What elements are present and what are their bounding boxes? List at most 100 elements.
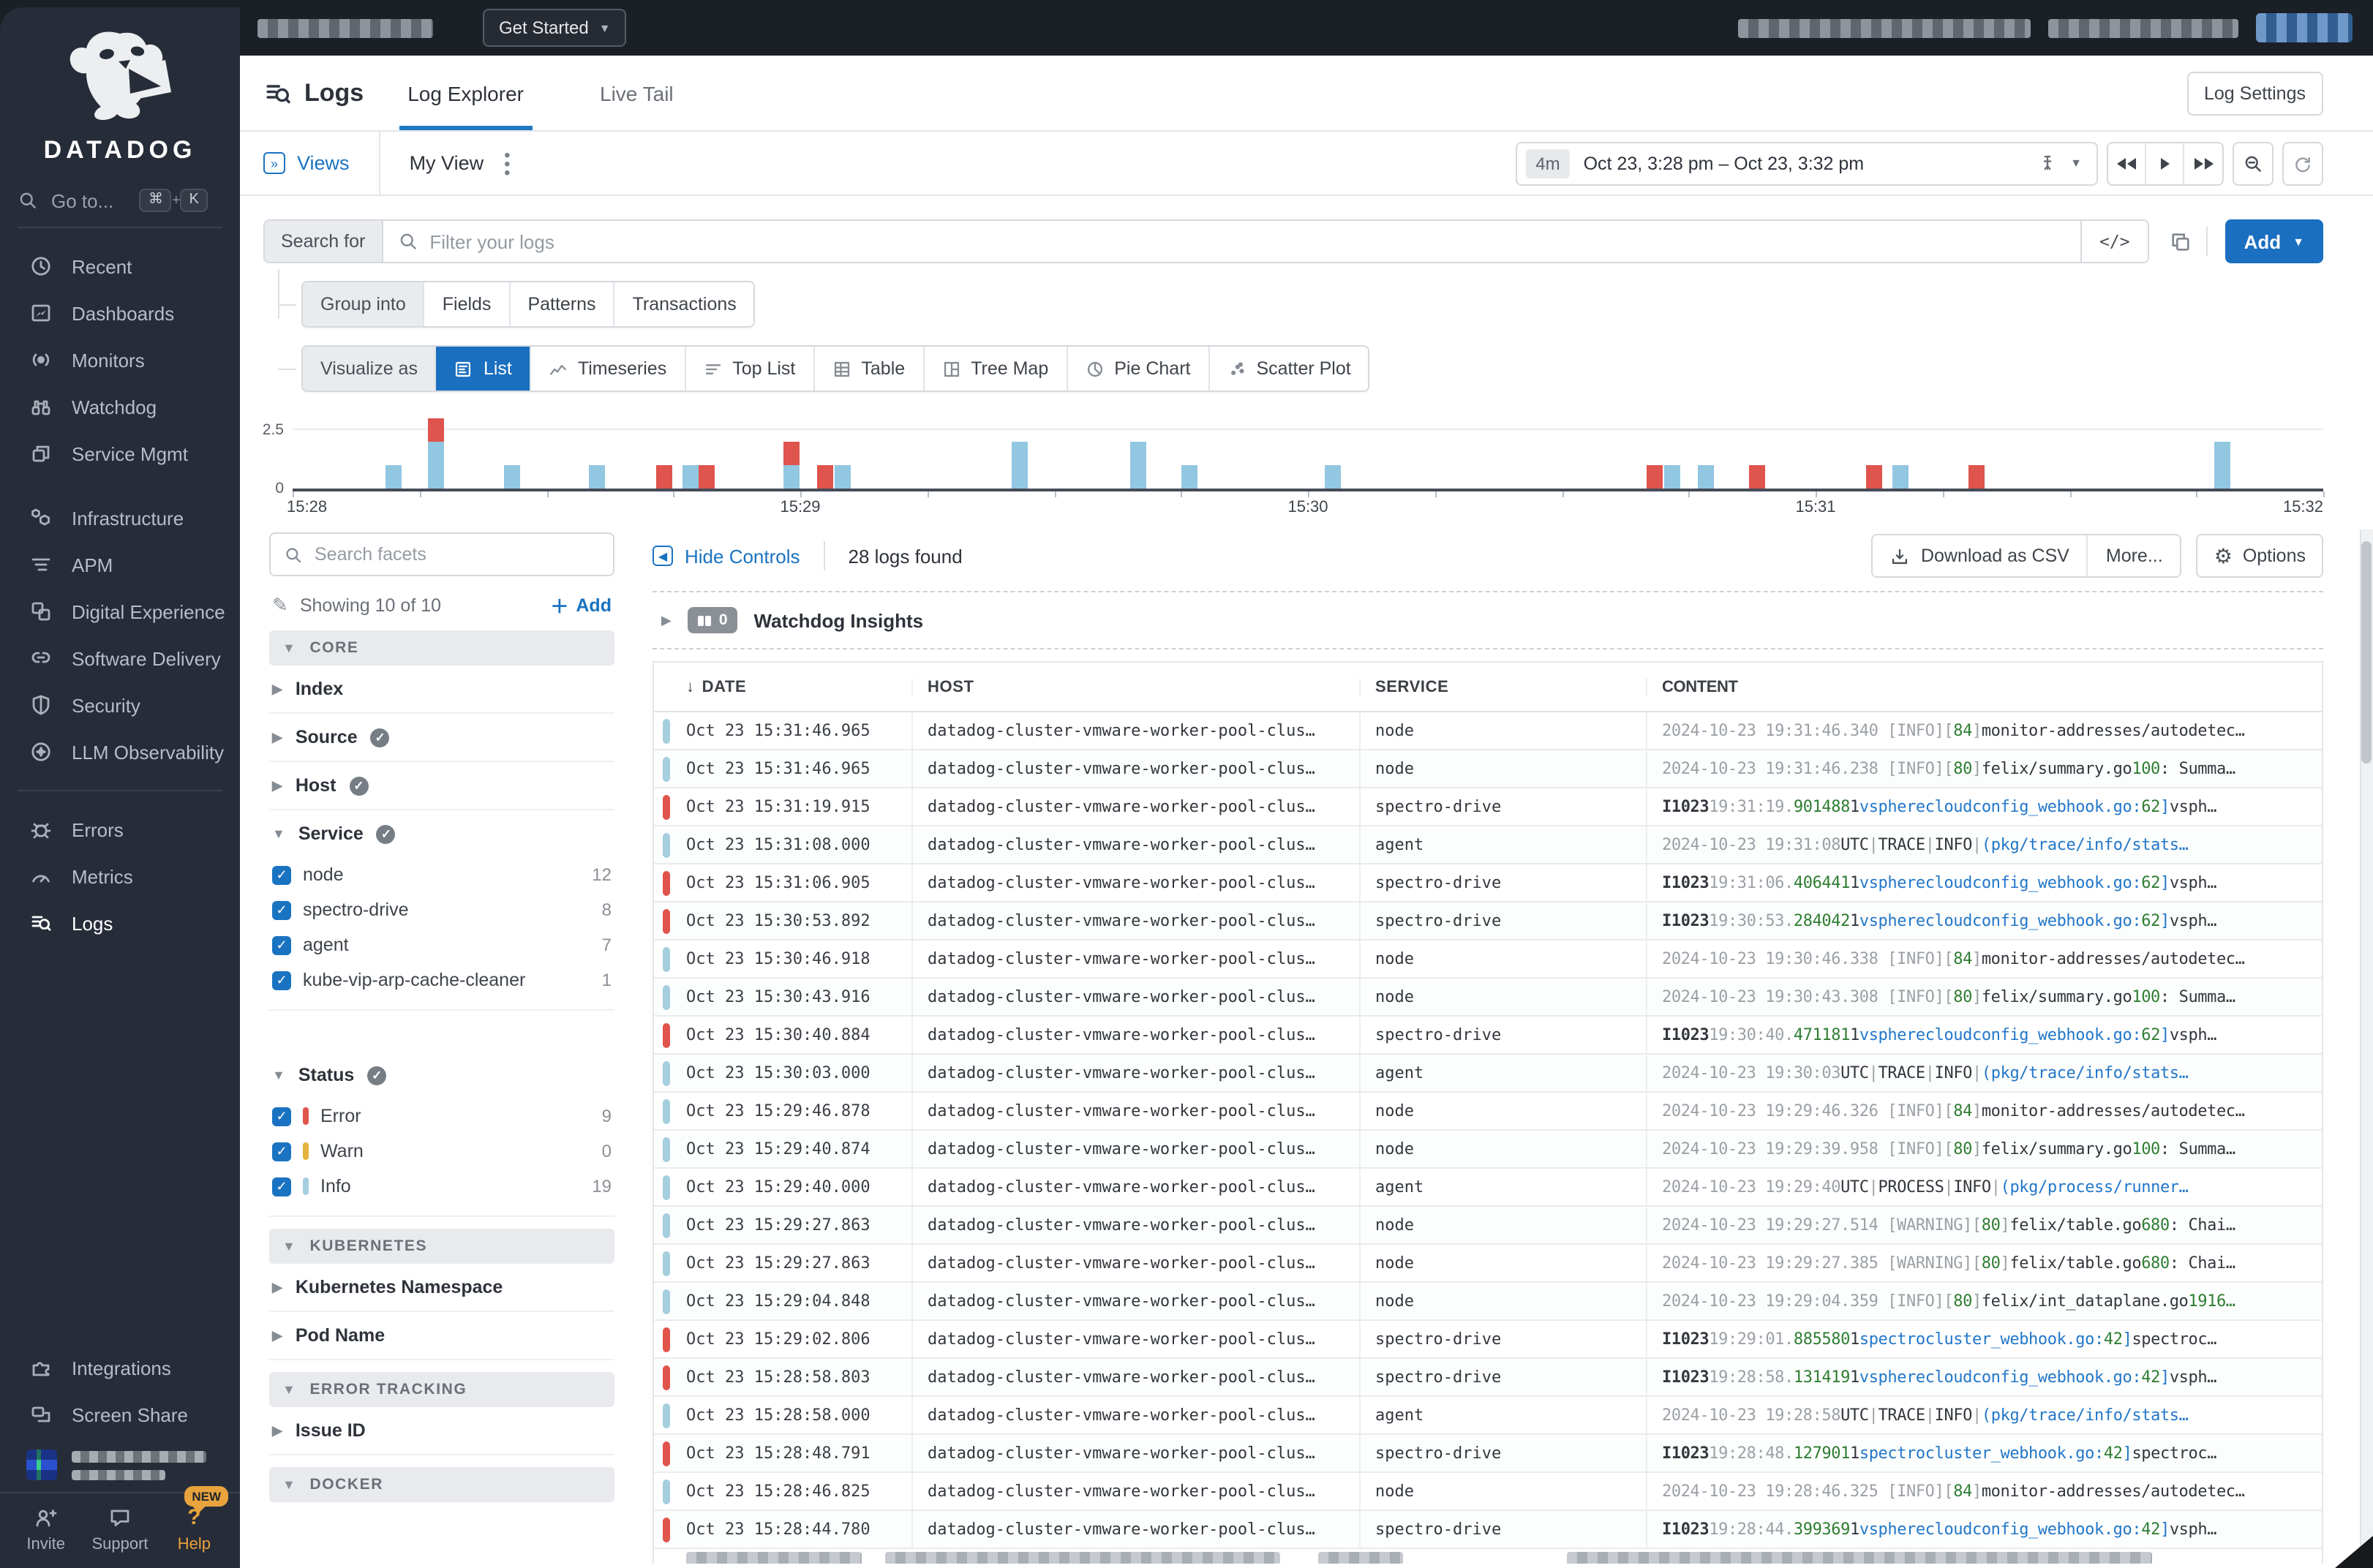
sidebar-item-software-delivery[interactable]: Software Delivery <box>0 635 240 682</box>
sidebar-item-llm-observability[interactable]: LLM Observability <box>0 728 240 775</box>
hide-controls-button[interactable]: ◀ Hide Controls <box>653 545 800 567</box>
log-row[interactable]: Oct 23 15:30:46.918 datadog-cluster-vmwa… <box>654 941 2322 979</box>
chart-bar[interactable] <box>699 465 715 489</box>
facet-value-error[interactable]: Error9 <box>272 1098 612 1134</box>
facet-status[interactable]: ▼ Status <box>269 1052 614 1098</box>
datadog-logo[interactable]: DATADOG <box>0 7 240 171</box>
log-row[interactable]: Oct 23 15:28:48.791 datadog-cluster-vmwa… <box>654 1435 2322 1473</box>
log-row[interactable]: Oct 23 15:29:40.874 datadog-cluster-vmwa… <box>654 1131 2322 1169</box>
group-into-patterns[interactable]: Patterns <box>510 282 615 326</box>
log-row[interactable]: Oct 23 15:29:04.848 datadog-cluster-vmwa… <box>654 1283 2322 1321</box>
watchdog-insights-row[interactable]: ▶ 0 Watchdog Insights <box>653 591 2323 649</box>
facet-service[interactable]: ▼ Service <box>269 810 614 857</box>
facet-checkbox[interactable] <box>272 970 291 990</box>
chart-bar[interactable] <box>589 465 606 489</box>
time-play-button[interactable] <box>2146 143 2184 184</box>
sidebar-item-dashboards[interactable]: Dashboards <box>0 290 240 336</box>
visualize-list[interactable]: List <box>436 347 531 391</box>
chart-bar[interactable] <box>817 465 834 489</box>
log-row[interactable]: Oct 23 15:31:46.965 datadog-cluster-vmwa… <box>654 750 2322 788</box>
log-row[interactable]: Oct 23 15:29:40.000 datadog-cluster-vmwa… <box>654 1169 2322 1207</box>
sidebar-item-errors[interactable]: Errors <box>0 806 240 853</box>
log-row[interactable]: Oct 23 15:31:06.905 datadog-cluster-vmwa… <box>654 864 2322 902</box>
facet-group-docker[interactable]: ▼ DOCKER <box>269 1467 614 1502</box>
add-button[interactable]: Add ▼ <box>2225 219 2323 263</box>
facet-group-error-tracking[interactable]: ▼ ERROR TRACKING <box>269 1372 614 1407</box>
facet-value-info[interactable]: Info19 <box>272 1169 612 1204</box>
sidebar-item-digital-experience[interactable]: Digital Experience <box>0 588 240 635</box>
facet-group-kubernetes[interactable]: ▼ KUBERNETES <box>269 1229 614 1264</box>
scrollbar-track[interactable] <box>2360 529 2373 1568</box>
download-csv-button[interactable]: Download as CSV <box>1872 535 2088 576</box>
column-host[interactable]: HOST <box>911 678 1359 696</box>
chart-bar[interactable] <box>1866 465 1883 489</box>
sidebar-item-screen-share[interactable]: Screen Share <box>0 1391 240 1438</box>
views-button[interactable]: » Views <box>263 132 380 195</box>
log-row[interactable]: Oct 23 15:29:46.878 datadog-cluster-vmwa… <box>654 1093 2322 1131</box>
visualize-timeseries[interactable]: Timeseries <box>530 347 686 391</box>
copy-icon[interactable] <box>2170 230 2192 252</box>
options-button[interactable]: ⚙ Options <box>2196 534 2323 578</box>
facet-kubernetes-namespace[interactable]: ▶ Kubernetes Namespace <box>269 1264 614 1312</box>
search-input[interactable] <box>429 230 2066 252</box>
time-back-button[interactable] <box>2108 143 2146 184</box>
sidebar-item-apm[interactable]: APM <box>0 541 240 588</box>
add-facet-button[interactable]: ＋ Add <box>550 591 612 619</box>
log-row[interactable]: Oct 23 15:30:43.916 datadog-cluster-vmwa… <box>654 979 2322 1017</box>
facet-host[interactable]: ▶ Host <box>269 762 614 810</box>
facet-group-core[interactable]: ▼ CORE <box>269 630 614 666</box>
facet-search-input[interactable] <box>315 544 600 565</box>
time-range-picker[interactable]: 4m Oct 23, 3:28 pm – Oct 23, 3:32 pm ▼ <box>1515 141 2098 185</box>
chart-bar[interactable] <box>428 418 445 489</box>
chart-bar[interactable] <box>1181 465 1198 489</box>
chart-bar[interactable] <box>1130 442 1147 489</box>
sidebar-item-logs[interactable]: Logs <box>0 900 240 946</box>
log-row[interactable]: Oct 23 15:30:03.000 datadog-cluster-vmwa… <box>654 1055 2322 1093</box>
column-content[interactable]: CONTENT <box>1646 678 2322 696</box>
chart-plot-area[interactable]: 0 2.5 15:28 15:29 15:30 15:31 15:32 <box>263 412 2325 516</box>
chart-bar[interactable] <box>1968 465 1985 489</box>
facet-value-node[interactable]: node12 <box>272 857 612 892</box>
view-menu-kebab-icon[interactable]: • • • <box>504 146 510 181</box>
sidebar-item-infrastructure[interactable]: Infrastructure <box>0 494 240 541</box>
column-service[interactable]: SERVICE <box>1359 678 1646 696</box>
sidebar-item-integrations[interactable]: Integrations <box>0 1344 240 1391</box>
log-row[interactable]: Oct 23 15:28:58.803 datadog-cluster-vmwa… <box>654 1359 2322 1397</box>
chevron-down-icon[interactable]: ▼ <box>2070 157 2082 170</box>
pencil-icon[interactable]: ✎ <box>272 593 288 617</box>
facet-value-agent[interactable]: agent7 <box>272 927 612 962</box>
facet-checkbox[interactable] <box>272 1142 291 1161</box>
sidebar-item-recent[interactable]: Recent <box>0 243 240 290</box>
chart-bar[interactable] <box>783 442 800 489</box>
sidebar-item-service-mgmt[interactable]: Service Mgmt <box>0 430 240 477</box>
sidebar-item-metrics[interactable]: Metrics <box>0 853 240 900</box>
sidebar-item-watchdog[interactable]: Watchdog <box>0 383 240 430</box>
log-row[interactable]: Oct 23 15:31:46.965 datadog-cluster-vmwa… <box>654 712 2322 750</box>
log-row[interactable]: Oct 23 15:29:02.806 datadog-cluster-vmwa… <box>654 1321 2322 1359</box>
visualize-tree-map[interactable]: Tree Map <box>924 347 1068 391</box>
get-started-button[interactable]: Get Started ▼ <box>483 9 627 47</box>
more-button[interactable]: More... <box>2088 535 2181 576</box>
facet-source[interactable]: ▶ Source <box>269 714 614 762</box>
help-button[interactable]: NEW? Help <box>157 1486 231 1553</box>
facet-value-warn[interactable]: Warn0 <box>272 1134 612 1169</box>
log-row[interactable]: Oct 23 15:28:44.780 datadog-cluster-vmwa… <box>654 1511 2322 1549</box>
refresh-button[interactable] <box>2282 141 2323 185</box>
chart-bar[interactable] <box>386 465 402 489</box>
facet-index[interactable]: ▶ Index <box>269 666 614 714</box>
goto-search[interactable]: Go to... ⌘ + K <box>18 189 222 212</box>
visualize-pie-chart[interactable]: Pie Chart <box>1067 347 1210 391</box>
log-row[interactable]: Oct 23 15:28:58.000 datadog-cluster-vmwa… <box>654 1397 2322 1435</box>
chart-bar[interactable] <box>682 465 699 489</box>
visualize-scatter-plot[interactable]: Scatter Plot <box>1209 347 1369 391</box>
group-into-transactions[interactable]: Transactions <box>614 282 754 326</box>
chart-bar[interactable] <box>2214 442 2230 489</box>
user-account[interactable] <box>0 1438 240 1492</box>
log-row[interactable]: Oct 23 15:30:53.892 datadog-cluster-vmwa… <box>654 902 2322 941</box>
facet-checkbox[interactable] <box>272 935 291 954</box>
code-view-toggle[interactable]: </> <box>2080 221 2148 262</box>
column-date[interactable]: ↓ DATE <box>654 678 911 696</box>
chart-bar[interactable] <box>504 465 521 489</box>
tab-live-tail[interactable]: Live Tail <box>594 56 680 130</box>
log-row[interactable]: Oct 23 15:29:27.863 datadog-cluster-vmwa… <box>654 1245 2322 1283</box>
